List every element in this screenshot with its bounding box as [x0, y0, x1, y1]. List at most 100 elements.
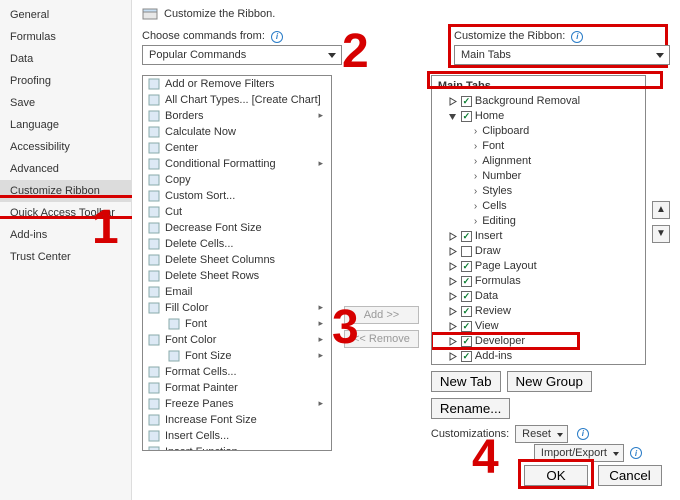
expand-icon[interactable]	[448, 291, 458, 301]
sidebar-item-accessibility[interactable]: Accessibility	[0, 136, 131, 158]
command-item[interactable]: Freeze Panes▸	[143, 396, 331, 412]
sidebar-item-general[interactable]: General	[0, 4, 131, 26]
command-item[interactable]: Calculate Now	[143, 124, 331, 140]
expand-icon[interactable]	[448, 231, 458, 241]
sidebar-item-formulas[interactable]: Formulas	[0, 26, 131, 48]
ribbon-tree[interactable]: Main TabsBackground RemovalHome›Clipboar…	[431, 75, 646, 365]
command-item[interactable]: Delete Sheet Columns	[143, 252, 331, 268]
command-item[interactable]: Font Color▸	[143, 332, 331, 348]
checkbox[interactable]	[461, 276, 472, 287]
sidebar-item-data[interactable]: Data	[0, 48, 131, 70]
info-icon[interactable]: i	[630, 447, 642, 459]
checkbox[interactable]	[461, 96, 472, 107]
sidebar-item-quick-access-toolbar[interactable]: Quick Access Toolbar	[0, 202, 131, 224]
expand-icon[interactable]	[448, 321, 458, 331]
info-icon[interactable]: i	[571, 31, 583, 43]
sidebar-item-customize-ribbon[interactable]: Customize Ribbon	[0, 180, 131, 202]
expand-icon[interactable]	[448, 306, 458, 316]
checkbox[interactable]	[461, 291, 472, 302]
tree-node[interactable]: Page Layout	[434, 259, 643, 274]
tree-node[interactable]: Data	[434, 289, 643, 304]
command-item[interactable]: Custom Sort...	[143, 188, 331, 204]
info-icon[interactable]: i	[271, 31, 283, 43]
sidebar-item-advanced[interactable]: Advanced	[0, 158, 131, 180]
checkbox[interactable]	[461, 321, 472, 332]
tree-node[interactable]: Background Removal	[434, 94, 643, 109]
tree-node[interactable]: Developer	[434, 334, 643, 349]
tree-node[interactable]: Add-ins	[434, 349, 643, 364]
checkbox[interactable]	[461, 246, 472, 257]
command-item[interactable]: Center	[143, 140, 331, 156]
tree-node[interactable]: ›Number	[434, 169, 643, 184]
tree-node[interactable]: ›Editing	[434, 214, 643, 229]
command-item[interactable]: Font▸	[143, 316, 331, 332]
expand-icon[interactable]	[448, 111, 458, 121]
reset-button[interactable]: Reset	[515, 425, 568, 443]
move-up-button[interactable]: ▲	[652, 201, 670, 219]
new-tab-button[interactable]: New Tab	[431, 371, 501, 392]
sidebar-item-language[interactable]: Language	[0, 114, 131, 136]
command-item[interactable]: Conditional Formatting▸	[143, 156, 331, 172]
command-item[interactable]: Borders▸	[143, 108, 331, 124]
command-item[interactable]: Add or Remove Filters	[143, 76, 331, 92]
command-item[interactable]: Delete Cells...	[143, 236, 331, 252]
command-item[interactable]: Decrease Font Size	[143, 220, 331, 236]
tree-node[interactable]: Home	[434, 109, 643, 124]
tree-node[interactable]: Draw	[434, 244, 643, 259]
sidebar-item-proofing[interactable]: Proofing	[0, 70, 131, 92]
tree-node[interactable]: ›Clipboard	[434, 124, 643, 139]
submenu-arrow-icon: ▸	[318, 110, 327, 121]
tree-node[interactable]: ›Styles	[434, 184, 643, 199]
expand-icon[interactable]	[448, 276, 458, 286]
tree-node[interactable]: View	[434, 319, 643, 334]
checkbox[interactable]	[461, 351, 472, 362]
choose-commands-select[interactable]: Popular Commands	[142, 45, 342, 65]
tree-node[interactable]: ›Cells	[434, 199, 643, 214]
rename-button[interactable]: Rename...	[431, 398, 511, 419]
expand-icon[interactable]	[448, 336, 458, 346]
checkbox[interactable]	[461, 111, 472, 122]
tree-node[interactable]: ›Alignment	[434, 154, 643, 169]
command-item[interactable]: Format Painter	[143, 380, 331, 396]
cancel-button[interactable]: Cancel	[598, 465, 662, 486]
command-item[interactable]: Font Size▸	[143, 348, 331, 364]
ok-button[interactable]: OK	[524, 465, 588, 486]
info-icon[interactable]: i	[577, 428, 589, 440]
checkbox[interactable]	[461, 336, 472, 347]
move-down-button[interactable]: ▼	[652, 225, 670, 243]
checkbox[interactable]	[461, 261, 472, 272]
command-item[interactable]: Delete Sheet Rows	[143, 268, 331, 284]
tree-node[interactable]: Formulas	[434, 274, 643, 289]
expand-icon[interactable]	[448, 351, 458, 361]
customize-ribbon-select[interactable]: Main Tabs	[454, 45, 670, 65]
font-color-icon	[147, 333, 161, 347]
sidebar-item-save[interactable]: Save	[0, 92, 131, 114]
submenu-arrow-icon: ▸	[318, 398, 327, 409]
sidebar-item-trust-center[interactable]: Trust Center	[0, 246, 131, 268]
command-item[interactable]: Cut	[143, 204, 331, 220]
checkbox[interactable]	[461, 306, 472, 317]
expand-icon[interactable]	[448, 246, 458, 256]
command-item[interactable]: All Chart Types... [Create Chart]	[143, 92, 331, 108]
command-item[interactable]: Email	[143, 284, 331, 300]
checkbox[interactable]	[461, 231, 472, 242]
import-export-button[interactable]: Import/Export	[534, 444, 624, 462]
sidebar-item-add-ins[interactable]: Add-ins	[0, 224, 131, 246]
command-item[interactable]: Copy	[143, 172, 331, 188]
remove-button[interactable]: << Remove	[344, 330, 419, 348]
add-button[interactable]: Add >>	[344, 306, 419, 324]
tree-node[interactable]: Help	[434, 364, 643, 365]
tree-node[interactable]: Insert	[434, 229, 643, 244]
command-item[interactable]: Format Cells...	[143, 364, 331, 380]
command-item[interactable]: Fill Color▸	[143, 300, 331, 316]
chevron-icon: ›	[474, 216, 477, 227]
commands-list[interactable]: Add or Remove FiltersAll Chart Types... …	[142, 75, 332, 451]
new-group-button[interactable]: New Group	[507, 371, 592, 392]
expand-icon[interactable]	[448, 96, 458, 106]
command-item[interactable]: Insert Function...	[143, 444, 331, 451]
tree-node[interactable]: Review	[434, 304, 643, 319]
command-item[interactable]: Increase Font Size	[143, 412, 331, 428]
command-item[interactable]: Insert Cells...	[143, 428, 331, 444]
tree-node[interactable]: ›Font	[434, 139, 643, 154]
expand-icon[interactable]	[448, 261, 458, 271]
